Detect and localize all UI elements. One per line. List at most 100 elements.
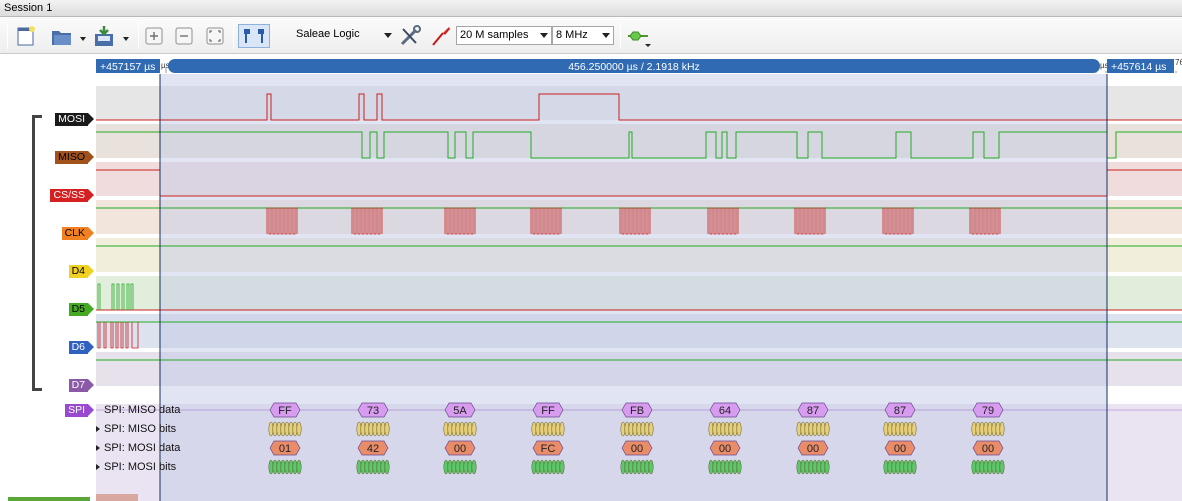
miso-bit: [724, 421, 730, 437]
sample-count-select[interactable]: 20 M samples: [456, 26, 552, 45]
miso-bit: [551, 421, 557, 437]
cursor-mode-icon[interactable]: [238, 24, 270, 48]
expand-arrow-icon[interactable]: [96, 426, 100, 432]
mosi-data-frame-label: 01: [279, 443, 291, 455]
mosi-bit: [356, 459, 362, 475]
miso-bit: [983, 421, 989, 437]
expand-arrow-icon[interactable]: [96, 445, 100, 451]
toolbar-separator: [7, 23, 8, 49]
mosi-data-frame-label: 00: [982, 443, 994, 455]
sample-count-value: 20 M samples: [460, 29, 529, 41]
miso-bit: [899, 421, 905, 437]
open-folder-icon[interactable]: [49, 24, 87, 48]
zoom-in-icon[interactable]: [143, 24, 165, 48]
mosi-bit: [820, 459, 826, 475]
mosi-bit: [364, 459, 370, 475]
chevron-down-icon[interactable]: [384, 33, 392, 38]
channel-label-d6[interactable]: D6: [68, 341, 95, 354]
session-select[interactable]: Saleae Logic: [296, 28, 360, 40]
channel-label-d4[interactable]: D4: [68, 265, 95, 278]
miso-bit: [732, 421, 738, 437]
miso-bit: [459, 421, 465, 437]
miso-bit: [368, 421, 374, 437]
toolbar-separator: [620, 23, 621, 49]
miso-bit: [736, 421, 742, 437]
miso-bit: [376, 421, 382, 437]
miso-bit: [455, 421, 461, 437]
zoom-out-icon[interactable]: [173, 24, 195, 48]
mosi-bit: [624, 459, 630, 475]
miso-data-frame-label: 87: [807, 405, 819, 417]
new-session-icon[interactable]: [14, 24, 38, 48]
mosi-bit: [971, 459, 977, 475]
miso-bit: [364, 421, 370, 437]
thumbnail-strip: [96, 494, 138, 501]
mosi-bit: [559, 459, 565, 475]
channel-label-miso[interactable]: MISO: [55, 151, 94, 164]
mosi-bit: [907, 459, 913, 475]
miso-bit: [632, 421, 638, 437]
left-time-label: +457157 µs: [100, 61, 155, 73]
settings-tools-icon[interactable]: [397, 24, 423, 48]
miso-bit: [471, 421, 477, 437]
channel-label-d7[interactable]: D7: [68, 379, 95, 392]
miso-bit: [559, 421, 565, 437]
analyzer-label[interactable]: SPI: [65, 404, 94, 417]
miso-bit: [292, 421, 298, 437]
channel-label-d5[interactable]: D5: [68, 303, 95, 316]
miso-bit: [708, 421, 714, 437]
mosi-bit: [995, 459, 1001, 475]
channel-label-clk[interactable]: CLK: [61, 227, 95, 240]
miso-bit: [640, 421, 646, 437]
mosi-bit: [620, 459, 626, 475]
miso-data-frame-label: 64: [719, 405, 731, 417]
miso-bit: [887, 421, 893, 437]
miso-data-frame-label: 87: [894, 405, 906, 417]
mosi-data-frame-label: 00: [807, 443, 819, 455]
mosi-bit: [728, 459, 734, 475]
miso-bit: [447, 421, 453, 437]
toolbar-separator: [138, 23, 139, 49]
miso-bit: [620, 421, 626, 437]
miso-bit: [451, 421, 457, 437]
mosi-bit: [648, 459, 654, 475]
mosi-bit: [732, 459, 738, 475]
mosi-bit: [808, 459, 814, 475]
mosi-bit: [531, 459, 537, 475]
mosi-bit: [372, 459, 378, 475]
miso-bit: [360, 421, 366, 437]
mosi-bit: [895, 459, 901, 475]
mosi-bit: [380, 459, 386, 475]
toolbar-separator: [233, 23, 234, 49]
miso-bit: [720, 421, 726, 437]
mosi-bit: [987, 459, 993, 475]
expand-arrow-icon[interactable]: [96, 464, 100, 470]
save-icon[interactable]: [92, 24, 132, 48]
miso-bit: [987, 421, 993, 437]
mosi-bit: [551, 459, 557, 475]
miso-bit: [800, 421, 806, 437]
mosi-bit: [467, 459, 473, 475]
miso-bit: [728, 421, 734, 437]
miso-bit: [268, 421, 274, 437]
ruler-edge-digits: 76: [1175, 58, 1182, 67]
mosi-data-frame-label: 00: [454, 443, 466, 455]
waveform-view[interactable]: FF 73 5A FF FB 64 87 87 79 01 42 00 FC 00 00 00 00 00 +45…: [0, 54, 1182, 501]
miso-bit: [891, 421, 897, 437]
miso-bit: [995, 421, 1001, 437]
miso-bit: [712, 421, 718, 437]
mosi-bit: [804, 459, 810, 475]
trigger-icon[interactable]: [429, 24, 453, 48]
channel-label-mosi[interactable]: MOSI: [55, 113, 94, 126]
mosi-bit: [360, 459, 366, 475]
mosi-bit: [983, 459, 989, 475]
analyzer-icon[interactable]: [625, 24, 655, 48]
miso-data-frame-label: FF: [541, 405, 555, 417]
miso-bit: [555, 421, 561, 437]
channel-label-cs-ss[interactable]: CS/SS: [50, 189, 94, 202]
miso-bit: [804, 421, 810, 437]
miso-bit: [628, 421, 634, 437]
mosi-bit: [447, 459, 453, 475]
sample-rate-select[interactable]: 8 MHz: [552, 26, 614, 45]
zoom-fit-icon[interactable]: [204, 24, 226, 48]
